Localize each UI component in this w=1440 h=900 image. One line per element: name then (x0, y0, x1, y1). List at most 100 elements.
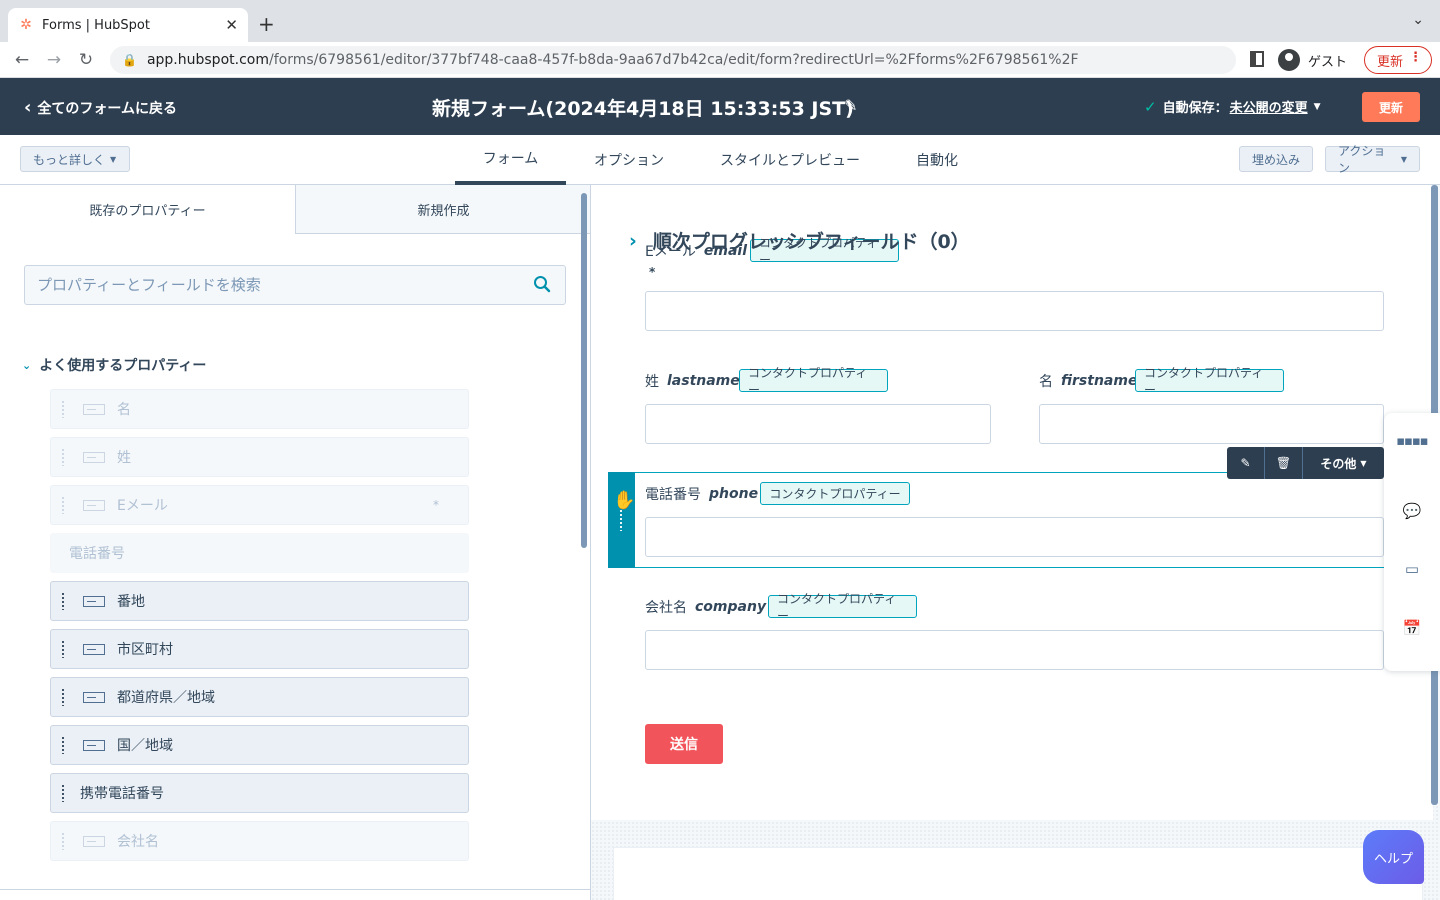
firstname-field-label[interactable]: 名 firstname (1039, 371, 1137, 391)
hubspot-favicon-icon: ✲ (20, 17, 32, 33)
editor-header: ‹ 全てのフォームに戻る 新規フォーム(2024年4月18日 15:33:53 … (0, 78, 1440, 135)
profile-label: ゲスト (1308, 54, 1348, 70)
search-icon[interactable] (533, 275, 551, 293)
forward-arrow-icon[interactable]: → (42, 48, 66, 72)
firstname-input[interactable] (1039, 404, 1384, 444)
property-item-country[interactable]: 国／地域 (50, 725, 469, 765)
browser-update-button[interactable]: 更新 ⋮ (1364, 46, 1432, 74)
autosave-status[interactable]: ✓ 自動保存： 未公開の変更 ▼ (1144, 97, 1321, 117)
lastname-field-label[interactable]: 姓 lastname (645, 371, 740, 391)
tab-search-chevron-icon[interactable]: ⌄ (1412, 12, 1424, 28)
text-field-icon (83, 643, 105, 655)
property-item-email: Eメール * (50, 485, 469, 525)
field-drag-handle[interactable] (608, 472, 635, 568)
autosave-label: 自動保存： (1162, 101, 1228, 116)
editor-tab-bar: もっと詳しく ▼ フォーム オプション スタイルとプレビュー 自動化 埋め込み ア… (0, 135, 1440, 185)
address-bar[interactable]: 🔒 app.hubspot.com/forms/6798561/editor/3… (110, 46, 1236, 74)
reload-icon[interactable]: ↻ (74, 48, 98, 72)
calendar-icon[interactable]: 📅 (1402, 618, 1422, 638)
submit-button[interactable]: 送信 (645, 724, 723, 764)
field-label-text: 会社名 (645, 600, 687, 616)
drag-handle-icon[interactable] (61, 640, 65, 658)
inbox-icon[interactable]: ▭ (1402, 559, 1422, 579)
chat-bubble-icon[interactable]: 💬 (1402, 501, 1422, 521)
profile-button[interactable]: ゲスト (1278, 46, 1347, 74)
panel-scrollbar[interactable] (581, 193, 587, 548)
edit-pencil-icon[interactable]: ✎ (1227, 447, 1265, 479)
tab-create-new[interactable]: 新規作成 (296, 185, 590, 234)
url-host: app.hubspot.com (146, 52, 269, 68)
property-item-address[interactable]: 番地 (50, 581, 469, 621)
more-details-button[interactable]: もっと詳しく ▼ (20, 146, 130, 172)
required-star: * (433, 498, 439, 512)
tab-style-preview[interactable]: スタイルとプレビュー (706, 135, 874, 185)
help-button[interactable]: ヘルプ (1363, 830, 1424, 884)
text-field-icon (83, 835, 105, 847)
more-options-label: その他 (1320, 456, 1357, 471)
drag-handle-icon (61, 448, 65, 466)
phone-field-label[interactable]: 電話番号 phone (645, 484, 758, 504)
tab-options[interactable]: オプション (580, 135, 678, 185)
tab-existing-properties[interactable]: 既存のプロパティー (0, 185, 296, 234)
drag-handle-icon[interactable] (61, 688, 65, 706)
chevron-down-icon: ⌄ (22, 358, 32, 372)
field-internal-name: company (695, 599, 767, 615)
property-item-city[interactable]: 市区町村 (50, 629, 469, 669)
company-input[interactable] (645, 630, 1384, 670)
drag-handle-icon[interactable] (61, 784, 65, 802)
common-properties-header[interactable]: ⌄ よく使用するプロパティー (22, 355, 206, 375)
text-field-icon (83, 451, 105, 463)
browser-update-label: 更新 (1377, 54, 1404, 70)
back-arrow-icon[interactable]: ← (10, 48, 34, 72)
publish-update-button[interactable]: 更新 (1362, 92, 1420, 122)
back-to-forms-link[interactable]: ‹ 全てのフォームに戻る (24, 97, 177, 118)
progressive-fields-card (613, 847, 1423, 900)
property-label: 国／地域 (117, 738, 173, 754)
embed-button[interactable]: 埋め込み (1239, 146, 1313, 172)
panel-divider (0, 889, 590, 890)
edit-title-pencil-icon[interactable]: ✎ (844, 96, 857, 115)
text-field-icon (83, 499, 105, 511)
tab-form[interactable]: フォーム (455, 135, 566, 185)
chevron-right-icon: › (629, 229, 637, 252)
property-item-company: 会社名 (50, 821, 469, 861)
lastname-input[interactable] (645, 404, 991, 444)
tab-automation[interactable]: 自動化 (902, 135, 972, 185)
text-field-icon (83, 691, 105, 703)
property-item-state[interactable]: 都道府県／地域 (50, 677, 469, 717)
avatar-icon (1278, 49, 1300, 71)
field-label-text: 電話番号 (645, 487, 701, 503)
property-search-input[interactable] (24, 265, 566, 305)
browser-tab-title: Forms | HubSpot (42, 17, 150, 33)
contact-property-tag: コンタクトプロパティー (768, 592, 917, 623)
actions-label: アクション (1338, 144, 1386, 175)
unpublished-changes-link[interactable]: 未公開の変更 (1230, 97, 1308, 116)
contact-property-tag: コンタクトプロパティー (739, 366, 888, 397)
drag-handle-icon (61, 496, 65, 514)
field-label-text: 姓 (645, 374, 659, 390)
apps-grid-icon[interactable]: ▪▪▪▪ (1396, 431, 1428, 451)
drag-handle-icon[interactable] (61, 736, 65, 754)
chevron-left-icon: ‹ (24, 97, 32, 118)
property-item-mobile[interactable]: 携帯電話番号 (50, 773, 469, 813)
phone-input[interactable] (645, 517, 1384, 557)
property-label: 番地 (117, 594, 145, 610)
delete-trash-icon[interactable]: 🗑 (1265, 447, 1303, 479)
drag-handle-icon (61, 832, 65, 850)
property-label: 電話番号 (69, 546, 125, 562)
close-tab-icon[interactable]: ✕ (225, 16, 238, 34)
drag-handle-icon (61, 400, 65, 418)
side-panel-icon[interactable] (1250, 51, 1264, 67)
property-label: 会社名 (117, 834, 159, 850)
menu-dots-icon: ⋮ (1409, 50, 1422, 65)
email-input[interactable] (645, 291, 1384, 331)
actions-button[interactable]: アクション ▼ (1325, 144, 1420, 175)
field-internal-name: phone (709, 486, 759, 502)
url-path: /forms/6798561/editor/377bf748-caa8-457f… (268, 52, 1079, 68)
company-field-label[interactable]: 会社名 company (645, 597, 766, 617)
progressive-fields-header[interactable]: › 順次プログレッシブフィールド（0） (629, 227, 970, 254)
more-options-button[interactable]: その他 ▼ (1303, 455, 1384, 472)
browser-tab[interactable]: ✲ Forms | HubSpot ✕ (8, 8, 248, 42)
new-tab-button[interactable]: + (258, 12, 275, 36)
drag-handle-icon[interactable] (61, 592, 65, 610)
